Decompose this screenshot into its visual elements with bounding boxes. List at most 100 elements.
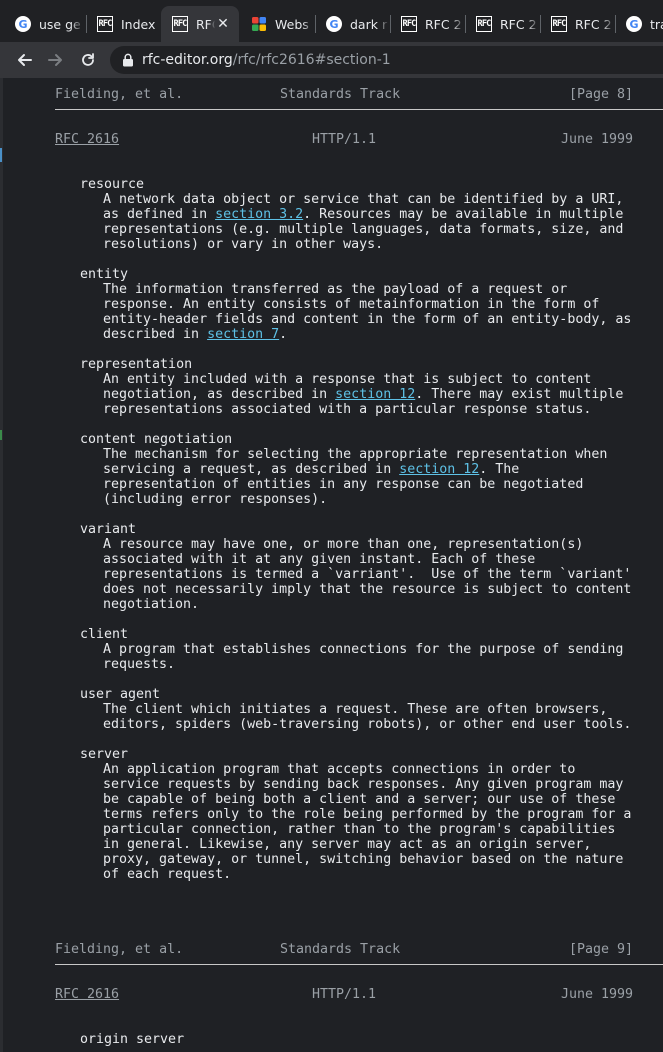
google-icon: G — [626, 16, 642, 32]
definition-text: requests. — [103, 657, 176, 672]
rfc-number-link[interactable]: RFC 2616 — [55, 987, 119, 1002]
tab-rfc-2b[interactable]: RFC RFC 2 — [465, 6, 539, 42]
url-host: rfc-editor.org — [142, 52, 233, 68]
header-protocol: HTTP/1.1 — [312, 132, 377, 147]
google-icon: G — [15, 16, 31, 32]
url-text: rfc-editor.org/rfc/rfc2616#section-1 — [142, 52, 391, 68]
tab-rfc-2a[interactable]: RFC RFC 2 — [390, 6, 464, 42]
definition-text: of each request. — [103, 867, 232, 882]
url-path: /rfc/rfc2616#section-1 — [232, 52, 391, 68]
definition-line: servicing a request, as described in sec… — [103, 462, 519, 477]
back-arrow-icon — [18, 54, 32, 66]
definition-line: resolutions) or vary in other ways. — [103, 237, 383, 252]
tab-use-ge[interactable]: G use ge — [4, 6, 84, 42]
definition-line: be capable of being both a client and a … — [103, 792, 615, 807]
definition-line: entity-header fields and content in the … — [103, 312, 631, 327]
close-icon[interactable]: ✕ — [215, 16, 231, 32]
definition-line: does not necessarily imply that the reso… — [103, 582, 631, 597]
definition-text: An entity included with a response that … — [103, 372, 592, 387]
definition-text: entity-header fields and content in the … — [103, 312, 632, 327]
header-date: June 1999 — [561, 132, 634, 147]
definition-line: representations is termed a `varriant'. … — [103, 567, 631, 582]
tab-rfc-2c[interactable]: RFC RFC 2 — [540, 6, 614, 42]
definition-text: particular connection, rather than to th… — [103, 822, 616, 837]
tab-tra[interactable]: G tra — [615, 6, 663, 42]
term-title: content negotiation — [80, 432, 233, 447]
definition-text: described in — [103, 327, 208, 342]
definition-line: representations associated with a partic… — [103, 402, 591, 417]
definition-text: A program that establishes connections f… — [103, 642, 624, 657]
header-date: June 1999 — [561, 987, 634, 1002]
page-content: Fielding, et al. Standards Track [Page 8… — [0, 78, 663, 1052]
definition-line: service requests by sending back respons… — [103, 777, 623, 792]
section-link[interactable]: section 12 — [335, 387, 415, 402]
definition-line: representation of entities in any respon… — [103, 477, 583, 492]
tab-title: RFC 2 — [575, 16, 612, 32]
term-title: variant — [80, 522, 137, 537]
term-title: entity — [80, 267, 129, 282]
tab-title: dark r — [350, 16, 388, 32]
definition-text: (including error responses). — [103, 492, 328, 507]
definition-text: . There may exist multiple — [415, 387, 624, 402]
definition-line: representations (e.g. multiple languages… — [103, 222, 623, 237]
footer-authors: Fielding, et al. — [55, 942, 184, 957]
rfc-icon: RFC — [551, 16, 567, 32]
tab-index[interactable]: RFC Index — [86, 6, 160, 42]
term-title: representation — [80, 357, 193, 372]
rfc-icon: RFC — [401, 16, 417, 32]
definition-line: A network data object or service that ca… — [103, 192, 623, 207]
definition-line: of each request. — [103, 867, 231, 882]
left-edge-marker — [0, 430, 2, 440]
definition-text: The client which initiates a request. Th… — [103, 702, 608, 717]
section-link[interactable]: section 7 — [207, 327, 279, 342]
left-edge-bar — [0, 78, 3, 1052]
tab-title: Webs — [275, 16, 309, 32]
definition-line: as defined in section 3.2. Resources may… — [103, 207, 623, 222]
section-link[interactable]: section 3.2 — [215, 207, 303, 222]
footer-authors: Fielding, et al. — [55, 87, 184, 102]
definition-line: editors, spiders (web-traversing robots)… — [103, 717, 631, 732]
reload-button[interactable] — [72, 44, 104, 76]
definition-line: particular connection, rather than to th… — [103, 822, 615, 837]
definition-text: negotiation. — [103, 597, 200, 612]
rfc-number-link[interactable]: RFC 2616 — [55, 132, 119, 147]
page-break-rule — [55, 964, 663, 965]
tab-websites[interactable]: Webs — [240, 6, 314, 42]
definition-text: The mechanism for selecting the appropri… — [103, 447, 608, 462]
rfc-icon: RFC — [172, 16, 188, 32]
definition-text: representations (e.g. multiple languages… — [103, 222, 624, 237]
tab-title: tra — [650, 16, 663, 32]
address-bar[interactable]: rfc-editor.org/rfc/rfc2616#section-1 — [110, 46, 663, 74]
definition-text: representations associated with a partic… — [103, 402, 592, 417]
definition-text: negotiation, as described in — [103, 387, 336, 402]
forward-button[interactable] — [40, 44, 72, 76]
definition-text: servicing a request, as described in — [103, 462, 400, 477]
term-title: resource — [80, 177, 145, 192]
tab-title: RFC — [196, 16, 215, 32]
definition-text: in general. Likewise, any server may act… — [103, 837, 592, 852]
footer-page-number: [Page 9] — [569, 942, 634, 957]
lock-icon[interactable] — [122, 53, 134, 67]
term-title: server — [80, 747, 129, 762]
definition-line: A resource may have one, or more than on… — [103, 537, 583, 552]
definition-text: . — [279, 327, 288, 342]
tab-dark-r[interactable]: G dark r — [315, 6, 389, 42]
term-title: user agent — [80, 687, 161, 702]
definition-line: (including error responses). — [103, 492, 327, 507]
rfc-icon: RFC — [97, 16, 113, 32]
definition-line: terms refers only to the role being perf… — [103, 807, 631, 822]
section-link[interactable]: section 12 — [399, 462, 479, 477]
definition-text: A network data object or service that ca… — [103, 192, 624, 207]
back-button[interactable] — [8, 44, 40, 76]
tab-rfc-active[interactable]: RFC RFC ✕ — [161, 6, 239, 42]
definition-line: response. An entity consists of metainfo… — [103, 297, 599, 312]
definition-line: An entity included with a response that … — [103, 372, 591, 387]
definition-text: representation of entities in any respon… — [103, 477, 584, 492]
definition-line: The information transferred as the paylo… — [103, 282, 567, 297]
definition-text: representations is termed a `varriant'. … — [103, 567, 632, 582]
tab-title: RFC 2 — [425, 16, 462, 32]
page-break-rule — [55, 109, 663, 110]
definition-text: resolutions) or vary in other ways. — [103, 237, 384, 252]
definition-text: editors, spiders (web-traversing robots)… — [103, 717, 632, 732]
rfc-icon: RFC — [476, 16, 492, 32]
